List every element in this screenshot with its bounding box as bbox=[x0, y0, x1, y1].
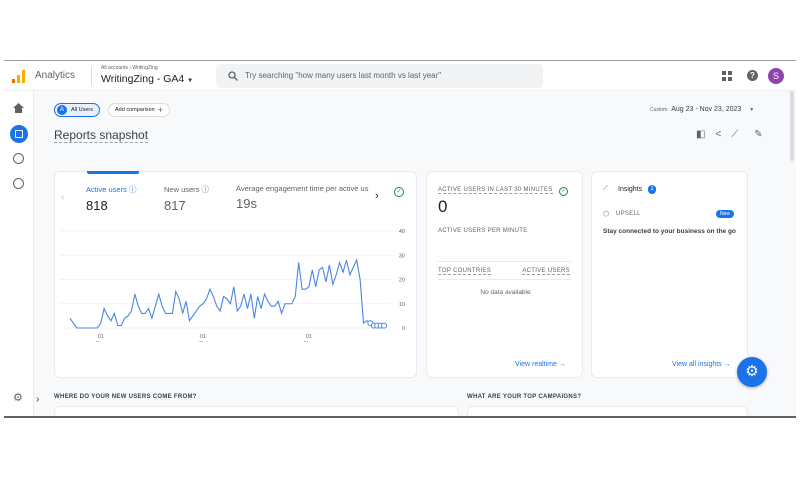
new-badge: New bbox=[716, 210, 735, 218]
view-all-insights-link[interactable]: View all insights → bbox=[672, 361, 731, 368]
top-countries-header: TOP COUNTRIES bbox=[438, 268, 492, 275]
reports-icon[interactable] bbox=[10, 125, 28, 143]
property-selector[interactable]: WritingZing - GA4 ▼ bbox=[101, 73, 193, 85]
realtime-value: 0 bbox=[438, 197, 448, 216]
y-tick-label: 0 bbox=[402, 326, 405, 332]
caret-down-icon: ▼ bbox=[749, 106, 755, 113]
help-icon[interactable]: ? bbox=[747, 70, 758, 81]
search-icon bbox=[228, 71, 238, 81]
assistant-fab-gear-icon[interactable]: ⚙ bbox=[737, 357, 767, 387]
top-bar: Analytics All accounts › WritingZing Wri… bbox=[4, 61, 796, 91]
avatar[interactable]: S bbox=[768, 68, 784, 84]
campaigns-card bbox=[467, 406, 748, 416]
segment-chip[interactable]: A All Users bbox=[54, 103, 101, 117]
segment-label: All Users bbox=[71, 107, 94, 113]
upsell-tag: UPSELL bbox=[616, 211, 641, 217]
caret-down-icon: ▼ bbox=[187, 78, 194, 84]
line-chart: 01020304001Sep01Oct01Nov bbox=[60, 229, 405, 342]
y-tick-label: 40 bbox=[399, 229, 405, 235]
property-name: WritingZing - GA4 bbox=[101, 73, 185, 85]
y-tick-label: 20 bbox=[399, 278, 405, 284]
x-tick-label: 01 bbox=[306, 334, 312, 340]
search-placeholder: Try searching "how many users last month… bbox=[245, 71, 442, 80]
series-line bbox=[69, 258, 371, 329]
view-realtime-link[interactable]: View realtime → bbox=[515, 361, 566, 368]
data-point bbox=[381, 322, 387, 329]
date-label: Custom bbox=[650, 106, 668, 113]
metric-active-users[interactable]: Active users ⓘ 818 bbox=[86, 184, 136, 213]
per-minute-label: ACTIVE USERS PER MINUTE bbox=[438, 228, 528, 234]
compare-icon[interactable]: ◧ bbox=[696, 129, 705, 140]
y-tick-label: 30 bbox=[399, 253, 405, 259]
apps-grid-icon[interactable] bbox=[722, 71, 732, 81]
expand-chevron-icon[interactable]: › bbox=[36, 394, 39, 405]
x-tick-label: 01 bbox=[98, 334, 104, 340]
new-users-card bbox=[54, 406, 459, 416]
no-data-text: No data available bbox=[480, 289, 531, 296]
segment-avatar: A bbox=[57, 105, 67, 115]
home-icon[interactable] bbox=[13, 103, 24, 113]
x-tick-label: 01 bbox=[200, 334, 206, 340]
page-title: Reports snapshot bbox=[54, 128, 149, 143]
x-tick-month: Sep bbox=[96, 341, 106, 342]
search-input[interactable]: Try searching "how many users last month… bbox=[216, 64, 543, 88]
date-range-picker[interactable]: Custom Aug 23 - Nov 23, 2023 ▼ bbox=[650, 106, 754, 113]
analytics-logo-icon bbox=[12, 70, 25, 83]
metric-engagement-time[interactable]: Average engagement time per active us 19s bbox=[236, 184, 368, 211]
realtime-card: ACTIVE USERS IN LAST 30 MINUTES ✓ 0 ACTI… bbox=[426, 171, 583, 378]
insight-text[interactable]: Stay connected to your business on the g… bbox=[603, 227, 739, 236]
advertising-icon[interactable] bbox=[13, 178, 24, 189]
prev-arrow-icon[interactable]: ‹ bbox=[61, 192, 64, 203]
share-icon[interactable]: < bbox=[715, 129, 721, 140]
plus-icon: + bbox=[157, 105, 164, 115]
next-arrow-icon[interactable]: › bbox=[375, 190, 379, 202]
metric-new-users[interactable]: New users ⓘ 817 bbox=[164, 184, 209, 213]
breadcrumb[interactable]: All accounts › WritingZing bbox=[101, 65, 158, 71]
campaigns-section-title: WHAT ARE YOUR TOP CAMPAIGNS? bbox=[467, 394, 582, 400]
insights-icon: ⟋ bbox=[603, 185, 608, 192]
active-tab-indicator bbox=[87, 171, 139, 174]
check-circle-icon: ✓ bbox=[559, 187, 568, 196]
app-window: Analytics All accounts › WritingZing Wri… bbox=[4, 60, 796, 418]
insights-icon[interactable]: ⟋ bbox=[731, 129, 738, 140]
tag-icon: ⬡ bbox=[603, 211, 610, 218]
realtime-title: ACTIVE USERS IN LAST 30 MINUTES bbox=[438, 187, 553, 194]
insights-title: Insights bbox=[618, 186, 643, 193]
app-name: Analytics bbox=[35, 70, 76, 81]
active-users-header: ACTIVE USERS bbox=[522, 268, 570, 275]
edit-pencil-icon[interactable]: ✎ bbox=[754, 129, 762, 140]
settings-gear-icon[interactable]: ⚙ bbox=[13, 391, 23, 404]
x-tick-month: Nov bbox=[304, 341, 314, 342]
insights-card: ⟋ Insights 1 ⬡ UPSELL New Stay connected… bbox=[591, 171, 748, 378]
y-tick-label: 10 bbox=[399, 302, 405, 308]
scrollbar[interactable] bbox=[790, 91, 794, 161]
new-users-section-title: WHERE DO YOUR NEW USERS COME FROM? bbox=[54, 394, 197, 400]
explore-icon[interactable] bbox=[13, 153, 24, 164]
metrics-chart-card: ‹ Active users ⓘ 818 New users ⓘ 817 Avera… bbox=[54, 171, 417, 378]
sidebar: ⚙ bbox=[4, 91, 34, 416]
add-comparison-button[interactable]: Add comparison + bbox=[108, 103, 171, 117]
x-tick-month: Oct bbox=[199, 341, 208, 342]
date-range: Aug 23 - Nov 23, 2023 bbox=[671, 106, 742, 113]
insights-count-badge: 1 bbox=[648, 185, 656, 194]
check-circle-icon: ✓ bbox=[394, 187, 404, 197]
add-comparison-label: Add comparison bbox=[115, 107, 155, 113]
